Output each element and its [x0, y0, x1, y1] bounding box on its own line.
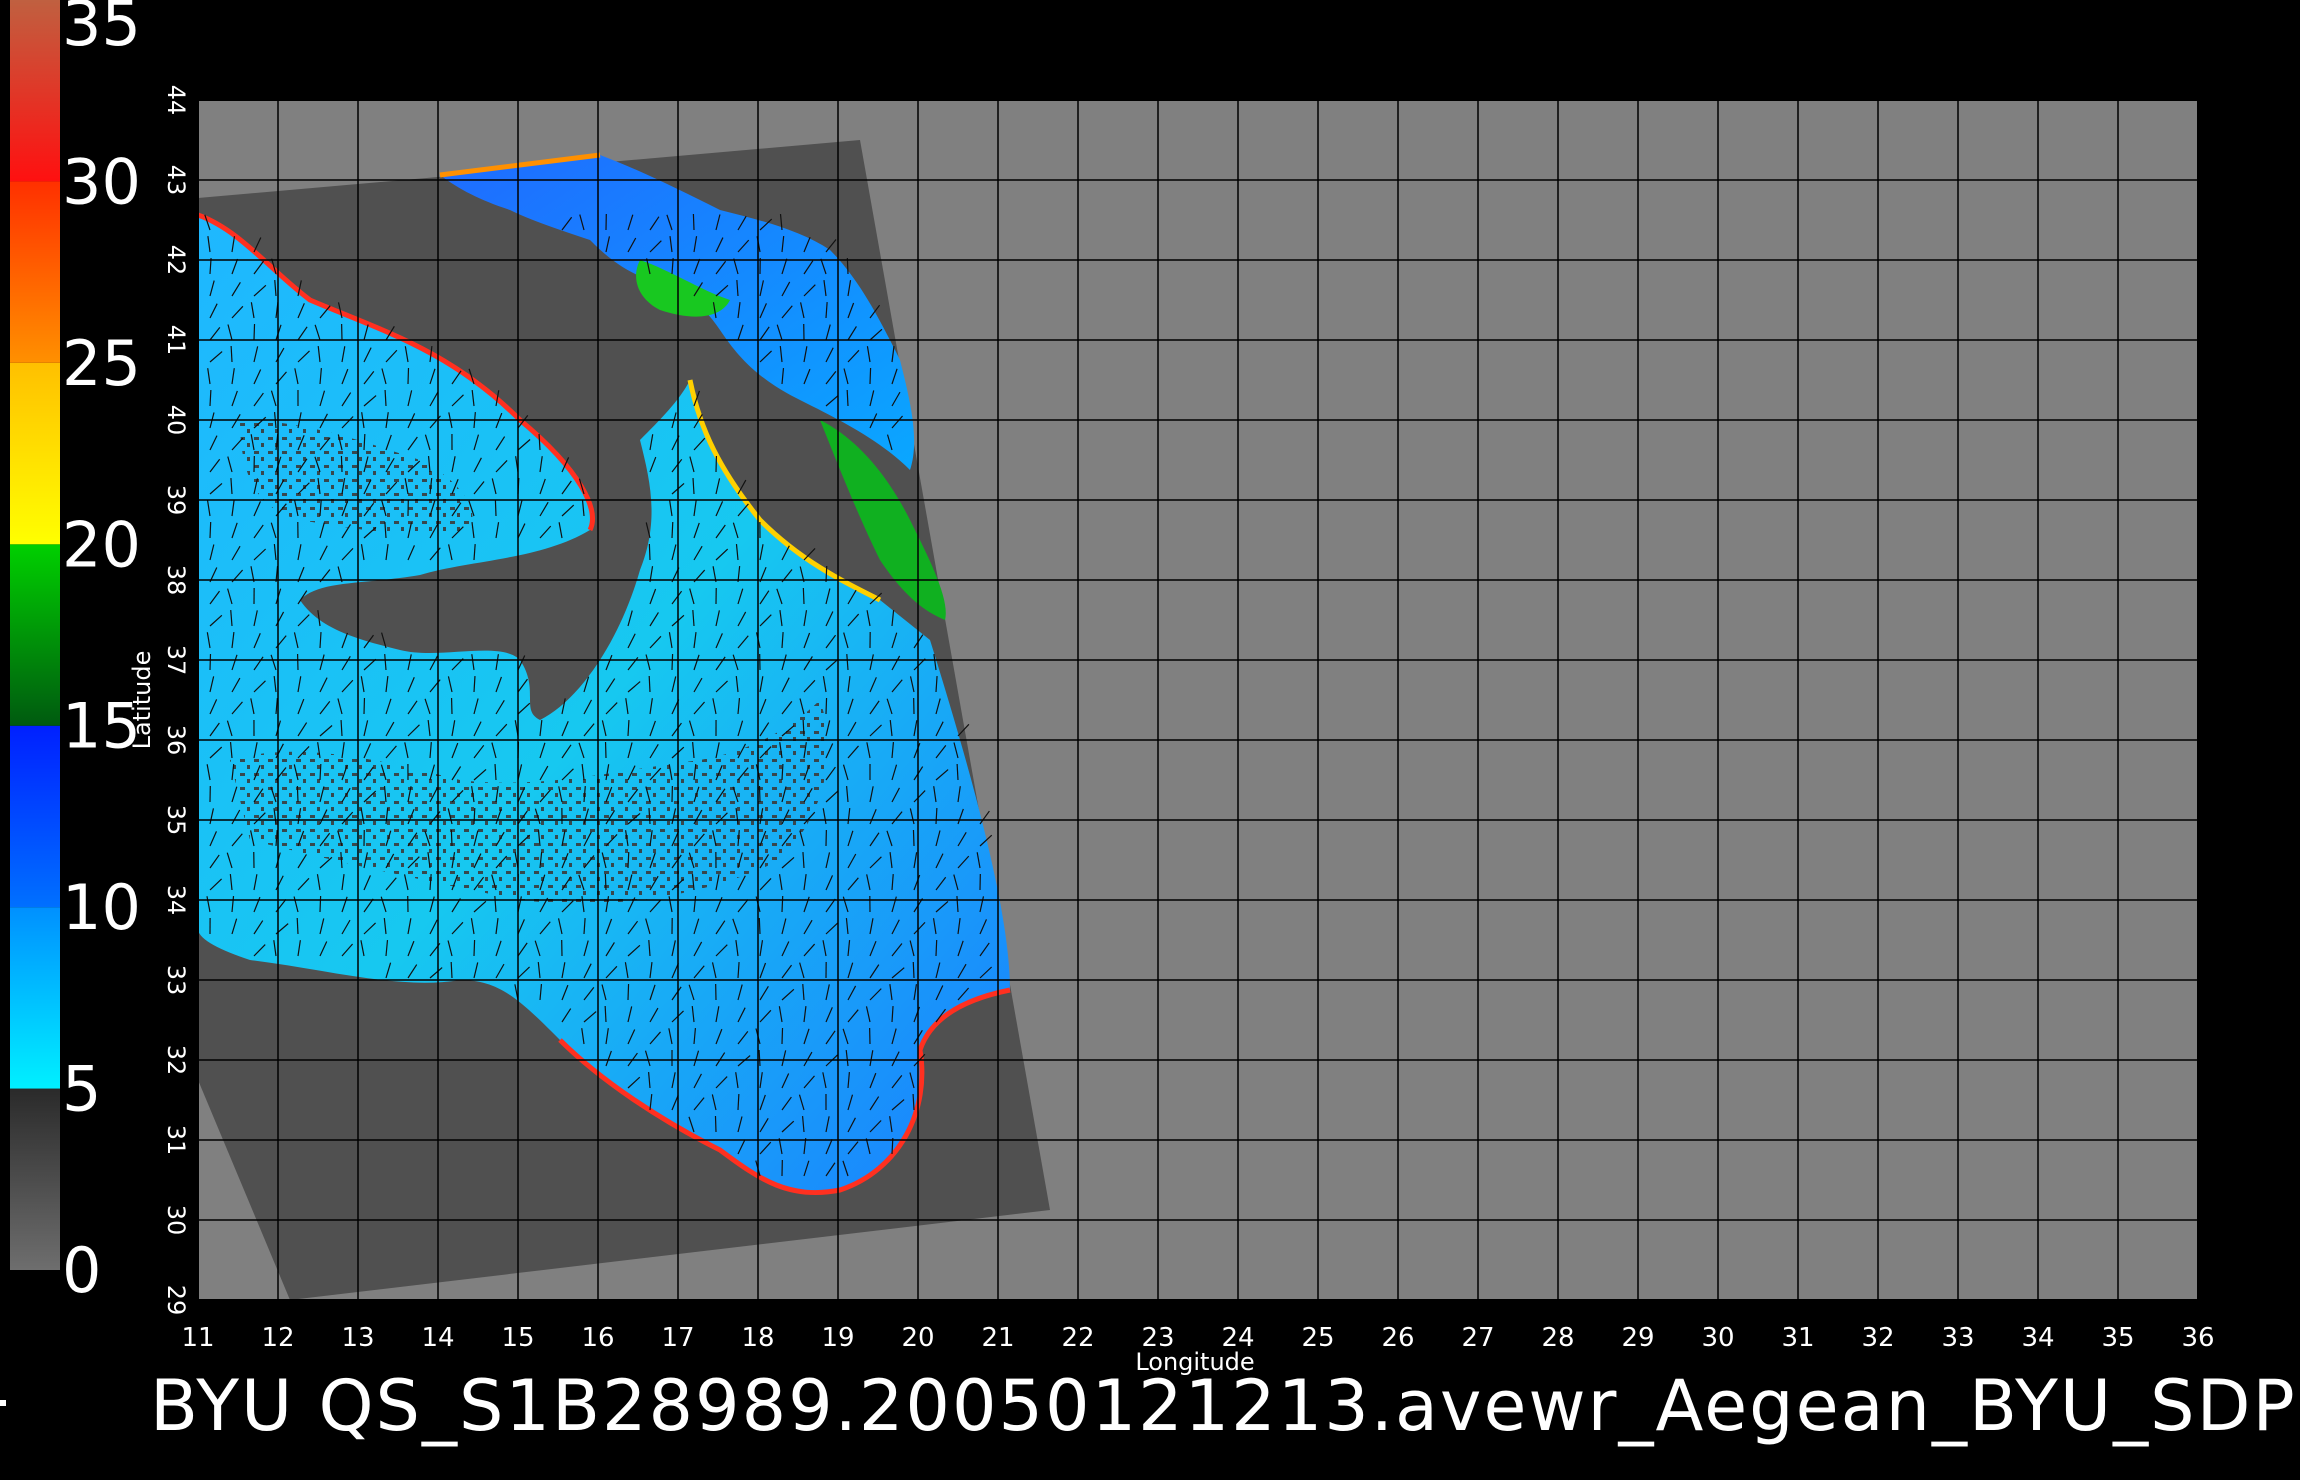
longitude-tick-label: 29	[1621, 1323, 1654, 1353]
wind-vector	[714, 1115, 717, 1133]
colorbar-label: 15	[62, 690, 141, 763]
colorbar-label: 30	[62, 145, 141, 218]
colorbar-segment	[10, 1088, 60, 1270]
longitude-tick-label: 30	[1701, 1323, 1734, 1353]
wind-vector	[671, 653, 674, 671]
wind-vector	[627, 851, 630, 869]
colorbar-segment	[10, 362, 60, 545]
wind-vector	[319, 895, 322, 913]
latitude-tick-label: 36	[162, 725, 190, 756]
longitude-tick-label: 22	[1061, 1323, 1094, 1353]
wind-vector	[802, 587, 805, 605]
wind-vector	[450, 829, 453, 847]
longitude-tick-label: 33	[1941, 1323, 1974, 1353]
wind-vector	[671, 521, 674, 539]
wind-vector	[450, 961, 453, 979]
wind-vector	[912, 829, 915, 847]
latitude-tick-label: 35	[162, 805, 190, 836]
longitude-tick-label: 16	[581, 1323, 614, 1353]
wind-vector	[604, 1005, 607, 1023]
latitude-tick-label: 30	[162, 1205, 190, 1236]
wind-vector	[253, 323, 256, 341]
colorbar-label: 10	[62, 871, 141, 944]
longitude-tick-label: 32	[1861, 1323, 1894, 1353]
longitude-tick-label: 20	[901, 1323, 934, 1353]
colorbar-segment	[10, 725, 60, 908]
latitude-tick-label: 40	[162, 405, 190, 436]
latitude-tick-label: 38	[162, 565, 190, 596]
longitude-tick-label: 26	[1381, 1323, 1414, 1353]
longitude-tick-label: 25	[1301, 1323, 1334, 1353]
wind-speed-map-figure: 11 12 13 14 15 16 17 18 19 20 21 22 23 24 25 26 27 28 29 30…	[10, 0, 2226, 1376]
latitude-tick-label: 42	[162, 245, 190, 276]
wind-vector	[340, 455, 343, 473]
longitude-tick-label: 18	[741, 1323, 774, 1353]
latitude-tick-label: 31	[162, 1125, 190, 1156]
wind-vector	[781, 1027, 784, 1045]
wind-vector	[648, 543, 651, 561]
longitude-tick-label: 17	[661, 1323, 694, 1353]
latitude-tick-labels: 29 30 31 32 33 34 35 36 37 38 39 40 41 42 43 44	[162, 85, 190, 1316]
longitude-tick-label: 13	[341, 1323, 374, 1353]
wind-vector	[604, 873, 607, 891]
latitude-tick-label: 34	[162, 885, 190, 916]
longitude-tick-label: 19	[821, 1323, 854, 1353]
wind-vector	[473, 939, 476, 957]
wind-vector	[758, 917, 761, 935]
colorbar-segment	[10, 544, 60, 726]
longitude-tick-label: 27	[1461, 1323, 1494, 1353]
longitude-tick-label: 12	[261, 1323, 294, 1353]
latitude-tick-label: 44	[162, 85, 190, 116]
colorbar-segment	[10, 907, 60, 1089]
wind-vector	[296, 917, 299, 935]
colorbar-label: 35	[62, 0, 141, 60]
longitude-tick-label: 28	[1541, 1323, 1574, 1353]
wind-vector	[627, 983, 630, 1001]
longitude-tick-label: 34	[2021, 1323, 2054, 1353]
wind-vector	[846, 389, 849, 407]
longitude-tick-label: 31	[1781, 1323, 1814, 1353]
colorbar	[10, 0, 60, 1270]
colorbar-label: 5	[62, 1053, 101, 1126]
latitude-tick-label: 37	[162, 645, 190, 676]
latitude-tick-label: 33	[162, 965, 190, 996]
latitude-tick-label: 32	[162, 1045, 190, 1076]
longitude-tick-label: 15	[501, 1323, 534, 1353]
longitude-tick-label: 21	[981, 1323, 1014, 1353]
colorbar-segment	[10, 0, 60, 182]
edge-marker	[0, 1400, 6, 1406]
latitude-tick-label: 29	[162, 1285, 190, 1316]
longitude-tick-label: 36	[2181, 1323, 2214, 1353]
wind-vector	[363, 433, 366, 451]
image-caption: BYU QS_S1B28989.20050121213.avewr_Aegean…	[150, 1365, 2297, 1447]
wind-vector	[935, 939, 938, 957]
wind-vector	[781, 895, 784, 913]
latitude-tick-label: 39	[162, 485, 190, 516]
wind-vector	[209, 521, 212, 539]
longitude-tick-label: 35	[2101, 1323, 2134, 1353]
latitude-tick-label: 43	[162, 165, 190, 196]
colorbar-label: 25	[62, 327, 141, 400]
latitude-tick-label: 41	[162, 325, 190, 356]
longitude-tick-label: 14	[421, 1323, 454, 1353]
longitude-tick-label: 11	[181, 1323, 214, 1353]
colorbar-label: 0	[62, 1234, 101, 1307]
wind-vector	[802, 719, 805, 737]
wind-vector	[692, 213, 695, 231]
wind-vector	[912, 961, 915, 979]
wind-vector	[473, 807, 476, 825]
colorbar-label: 20	[62, 508, 141, 581]
wind-vector	[825, 697, 828, 715]
wind-vector	[296, 785, 299, 803]
wind-vector	[319, 763, 322, 781]
colorbar-segment	[10, 181, 60, 363]
wind-vector	[869, 367, 872, 385]
wind-vector	[648, 675, 651, 693]
wind-vector	[494, 499, 497, 517]
